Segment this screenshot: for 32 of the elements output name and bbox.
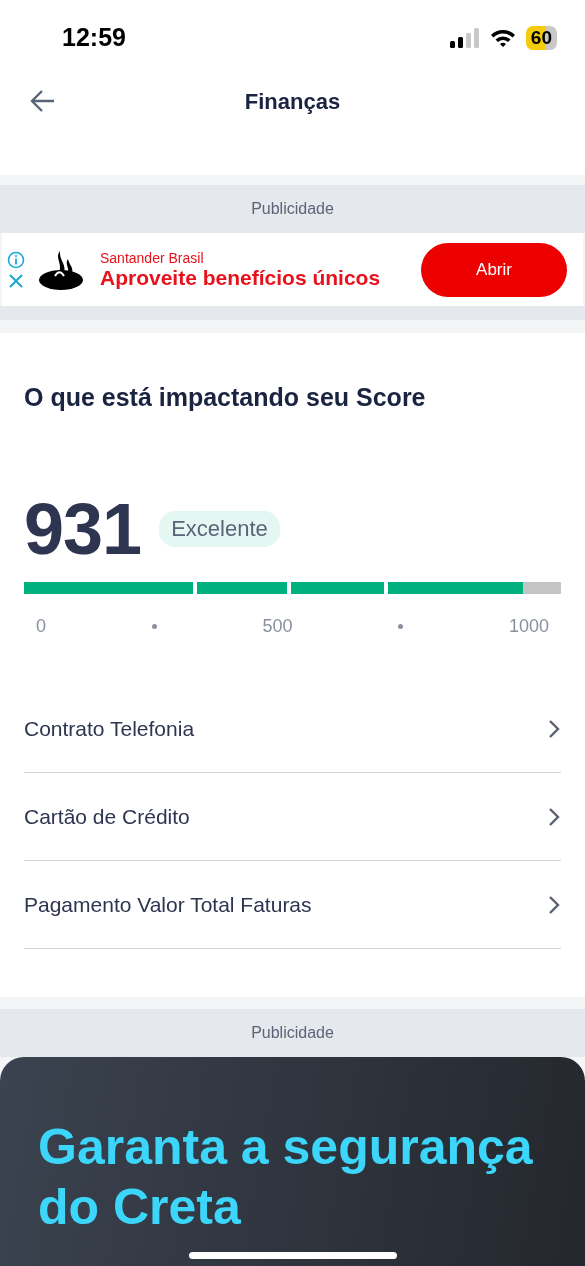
ad-label: Publicidade xyxy=(251,200,334,218)
ad-headline: Garanta a segurança do Creta xyxy=(38,1118,534,1237)
wifi-icon xyxy=(489,27,516,48)
info-icon[interactable] xyxy=(7,250,25,269)
scale-label: 1000 xyxy=(508,616,549,637)
factor-row[interactable]: Contrato Telefonia xyxy=(24,685,561,773)
factor-row[interactable]: Pagamento Valor Total Faturas xyxy=(24,861,561,949)
rating-badge: Excelente xyxy=(159,511,280,547)
chevron-right-icon xyxy=(547,717,561,740)
scale-label: 500 xyxy=(262,616,293,637)
section-title: O que está impactando seu Score xyxy=(24,383,427,412)
advertiser-name: Santander Brasil xyxy=(100,249,205,266)
factor-label: Pagamento Valor Total Faturas xyxy=(24,892,312,917)
status-time: 12:59 xyxy=(62,23,126,52)
factor-label: Cartão de Crédito xyxy=(24,804,190,829)
signal-icon xyxy=(449,27,480,48)
ad-banner[interactable]: Santander Brasil Aproveite benefícios únicos Abrir xyxy=(2,233,583,306)
score-value: 931 xyxy=(24,488,142,570)
back-arrow-icon[interactable] xyxy=(30,89,56,113)
scale-label: 0 xyxy=(36,616,46,637)
open-button[interactable]: Abrir xyxy=(421,242,567,297)
chevron-right-icon xyxy=(547,805,561,828)
ad-label: Publicidade xyxy=(251,1024,334,1042)
factor-label: Contrato Telefonia xyxy=(24,716,195,741)
chevron-right-icon xyxy=(547,893,561,916)
factor-row[interactable]: Cartão de Crédito xyxy=(24,773,561,861)
page-title: Finanças xyxy=(244,88,341,115)
scale-dot xyxy=(398,624,404,629)
close-icon[interactable] xyxy=(8,272,24,289)
ad-headline: Aproveite benefícios únicos xyxy=(100,265,382,290)
ad-card[interactable]: Garanta a segurança do Creta xyxy=(0,1057,585,1266)
scale-dot xyxy=(151,624,157,629)
